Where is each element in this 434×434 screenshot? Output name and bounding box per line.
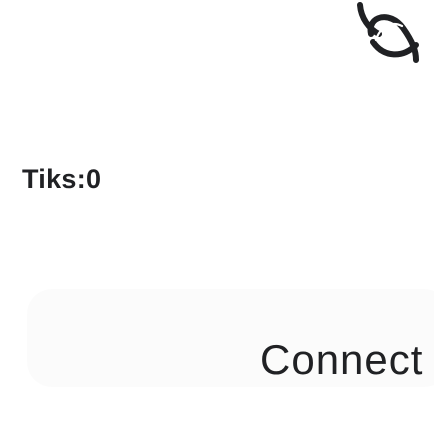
loading-spinner-icon xyxy=(357,2,419,63)
connect-button-label[interactable]: Connect xyxy=(260,336,423,384)
ticks-counter-label: Tiks:0 xyxy=(22,164,102,194)
app-screen: Tiks:0 Connect xyxy=(0,0,434,434)
